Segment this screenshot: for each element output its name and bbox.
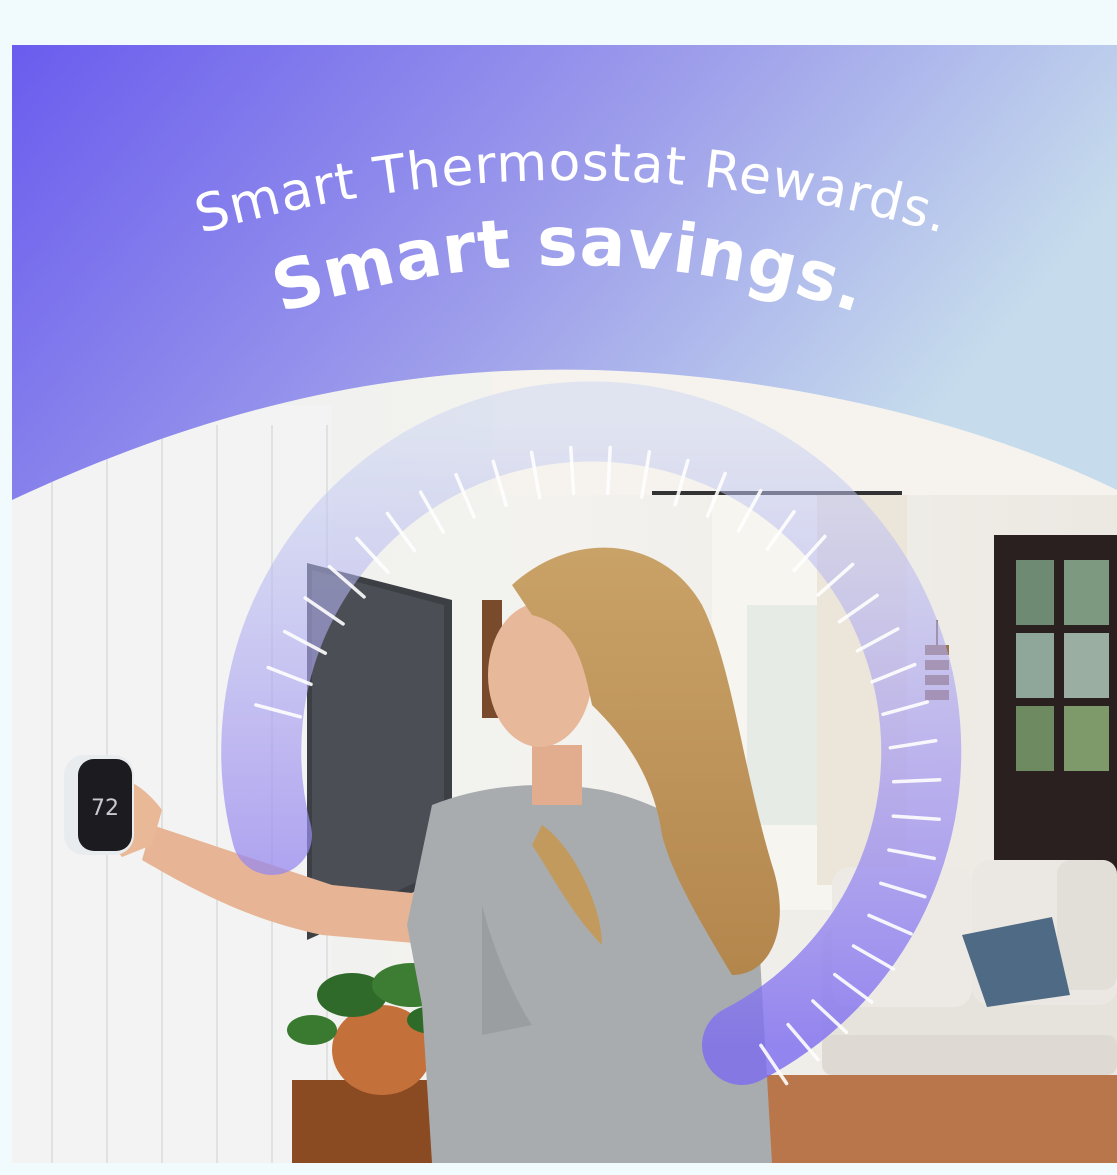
dial-tick xyxy=(606,445,612,496)
thermostat-icon: 72 xyxy=(64,755,134,855)
svg-text:Smart savings.: Smart savings. xyxy=(263,203,876,329)
promo-banner: 72 Smart Thermostat Rewards. Smart savin… xyxy=(12,45,1117,1163)
headline-line-2: Smart savings. xyxy=(263,203,875,329)
dial-tick xyxy=(891,778,942,784)
french-door xyxy=(994,535,1117,875)
headline: Smart Thermostat Rewards. Smart savings. xyxy=(189,133,955,329)
thermostat-display: 72 xyxy=(91,796,119,821)
